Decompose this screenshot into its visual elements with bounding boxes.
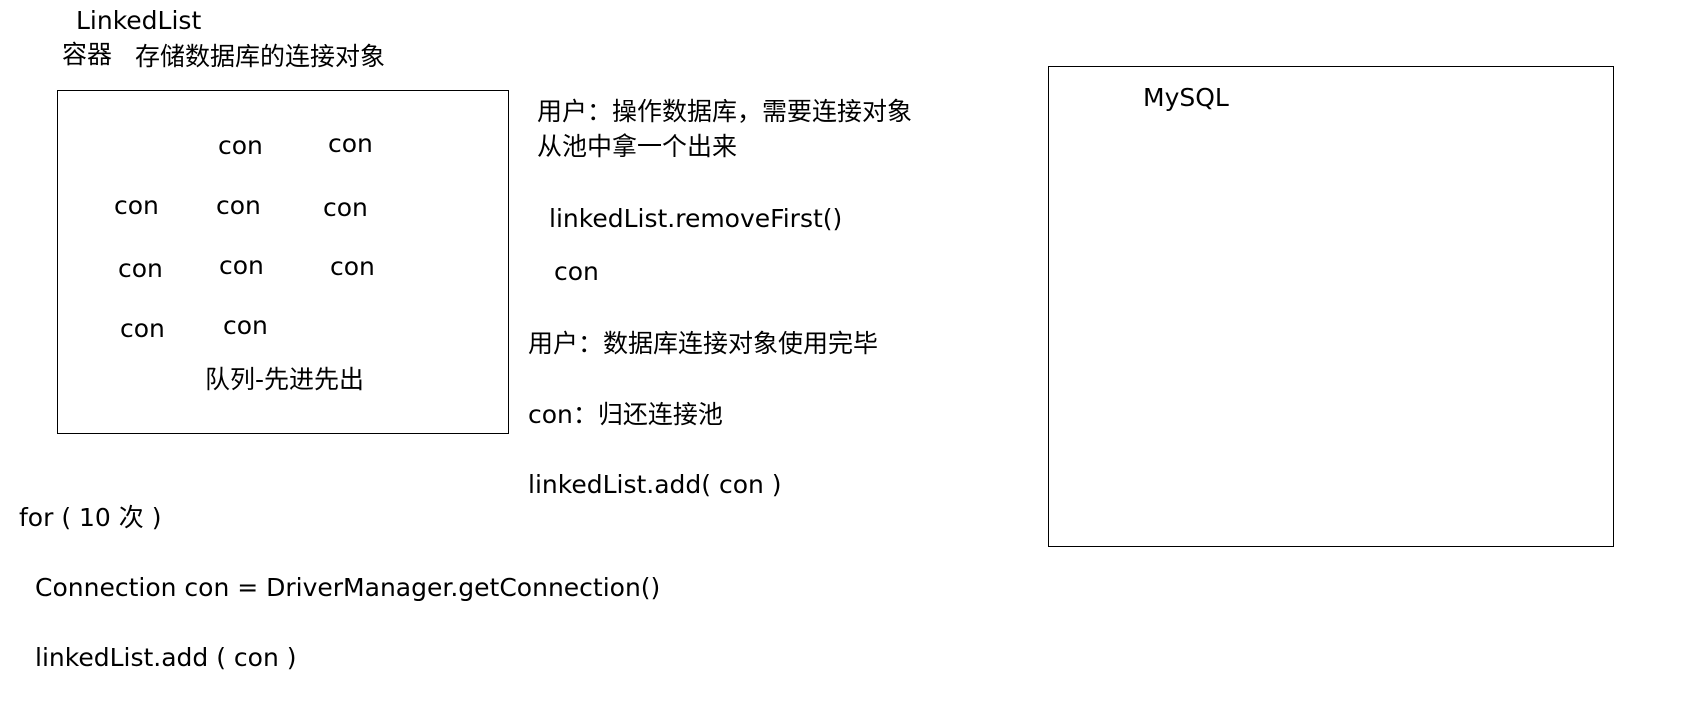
linkedlist-label: LinkedList: [76, 6, 202, 35]
container-description: 存储数据库的连接对象: [135, 42, 386, 71]
mysql-label: MySQL: [1143, 83, 1229, 112]
queue-label: 队列-先进先出: [205, 365, 365, 394]
pool-connection: con: [218, 131, 263, 160]
add-back-call: linkedList.add( con ): [528, 470, 782, 499]
get-connection-code: Connection con = DriverManager.getConnec…: [35, 573, 661, 602]
init-loop: for ( 10 次 ): [19, 503, 162, 532]
pool-connection: con: [323, 193, 368, 222]
pool-connection: con: [223, 311, 268, 340]
pool-connection: con: [120, 314, 165, 343]
remove-first-call: linkedList.removeFirst(): [549, 204, 843, 233]
connection-return-text: con：归还连接池: [528, 400, 723, 429]
removed-connection: con: [554, 257, 599, 286]
init-add-call: linkedList.add ( con ): [35, 643, 297, 672]
user-get-line2: 从池中拿一个出来: [537, 132, 738, 161]
user-done-text: 用户：数据库连接对象使用完毕: [528, 329, 879, 358]
pool-connection: con: [219, 251, 264, 280]
mysql-box: MySQL: [1048, 66, 1614, 547]
pool-connection: con: [118, 254, 163, 283]
container-label: 容器: [62, 40, 113, 69]
user-get-line1: 用户：操作数据库，需要连接对象: [537, 97, 913, 126]
pool-connection: con: [216, 191, 261, 220]
pool-connection: con: [330, 252, 375, 281]
connection-pool-box: con con con con con con con con con con …: [57, 90, 509, 434]
pool-connection: con: [328, 129, 373, 158]
pool-connection: con: [114, 191, 159, 220]
